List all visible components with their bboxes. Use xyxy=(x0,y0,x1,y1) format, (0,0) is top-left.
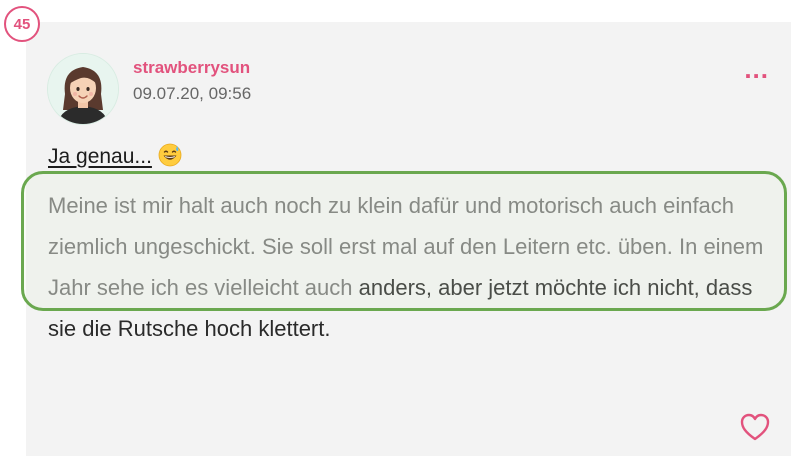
quote-text: Ja genau... xyxy=(48,145,152,168)
heart-icon[interactable] xyxy=(739,412,771,442)
avatar-woman-icon xyxy=(48,54,118,124)
grinning-sweat-emoji-icon xyxy=(158,143,182,173)
avatar[interactable] xyxy=(48,54,118,124)
post-timestamp: 09.07.20, 09:56 xyxy=(133,84,252,103)
post-number-badge: 45 xyxy=(4,6,40,42)
page: 45 strawberrysun 09.07.20, 09:56 ... Ja … xyxy=(0,0,791,456)
more-options-button[interactable]: ... xyxy=(744,56,769,82)
quote-line: Ja genau... xyxy=(48,143,182,173)
post-body: Meine ist mir halt auch noch zu klein da… xyxy=(48,185,768,349)
author-name[interactable]: strawberrysun xyxy=(133,58,250,78)
